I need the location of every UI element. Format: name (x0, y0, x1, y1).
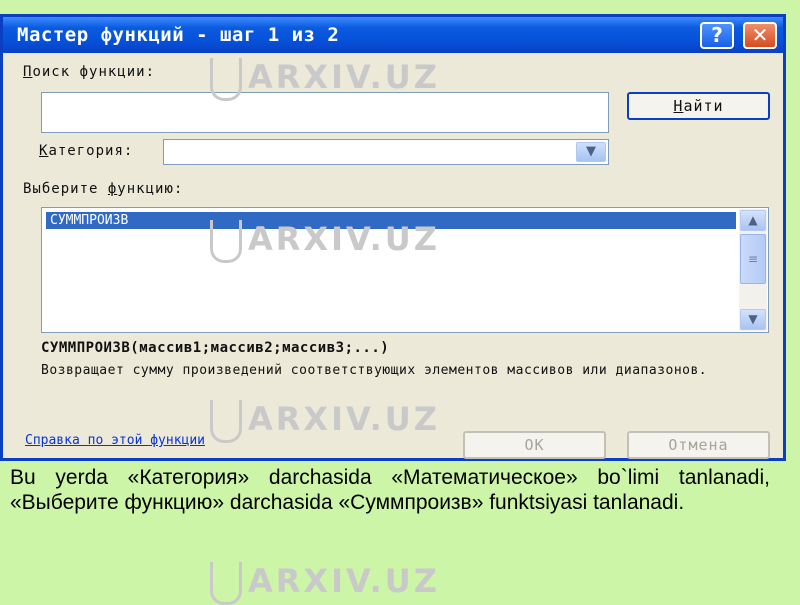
dialog-title: Мастер функций - шаг 1 из 2 (17, 24, 340, 46)
chevron-down-icon[interactable]: ▼ (576, 142, 606, 162)
scroll-down-icon[interactable]: ▼ (740, 309, 766, 330)
watermark-text: ARXIV.UZ (248, 562, 440, 600)
ok-button[interactable]: ОК (463, 431, 606, 459)
cancel-button[interactable]: Отмена (627, 431, 770, 459)
function-description: Возвращает сумму произведений соответств… (41, 363, 708, 378)
function-signature: СУММПРОИЗВ(массив1;массив2;массив3;...) (41, 340, 390, 356)
help-link[interactable]: Справка по этой функции (25, 433, 205, 448)
help-title-button[interactable]: ? (700, 22, 734, 49)
watermark-text: ARXIV.UZ (248, 220, 440, 258)
category-label: Категория: (39, 143, 134, 159)
close-button[interactable]: ✕ (743, 22, 777, 49)
scroll-thumb[interactable]: ≡ (740, 234, 766, 284)
caption-text: Bu yerda «Категория» darchasida «Математ… (10, 466, 770, 514)
watermark-logo (210, 562, 242, 605)
watermark-logo (210, 220, 242, 263)
category-select[interactable]: ▼ (163, 139, 609, 165)
search-input[interactable] (41, 92, 609, 133)
find-button[interactable]: Найти (627, 92, 770, 120)
scroll-up-icon[interactable]: ▲ (740, 210, 766, 231)
title-bar: Мастер функций - шаг 1 из 2 (3, 17, 783, 53)
watermark-logo (210, 400, 242, 443)
watermark-logo (210, 58, 242, 101)
select-function-label: Выберите функцию: (23, 181, 184, 197)
watermark-text: ARXIV.UZ (248, 400, 440, 438)
watermark-text: ARXIV.UZ (248, 58, 440, 96)
search-label: Поиск функции: (23, 64, 156, 80)
scrollbar[interactable]: ▲ ≡ ▼ (739, 209, 767, 331)
